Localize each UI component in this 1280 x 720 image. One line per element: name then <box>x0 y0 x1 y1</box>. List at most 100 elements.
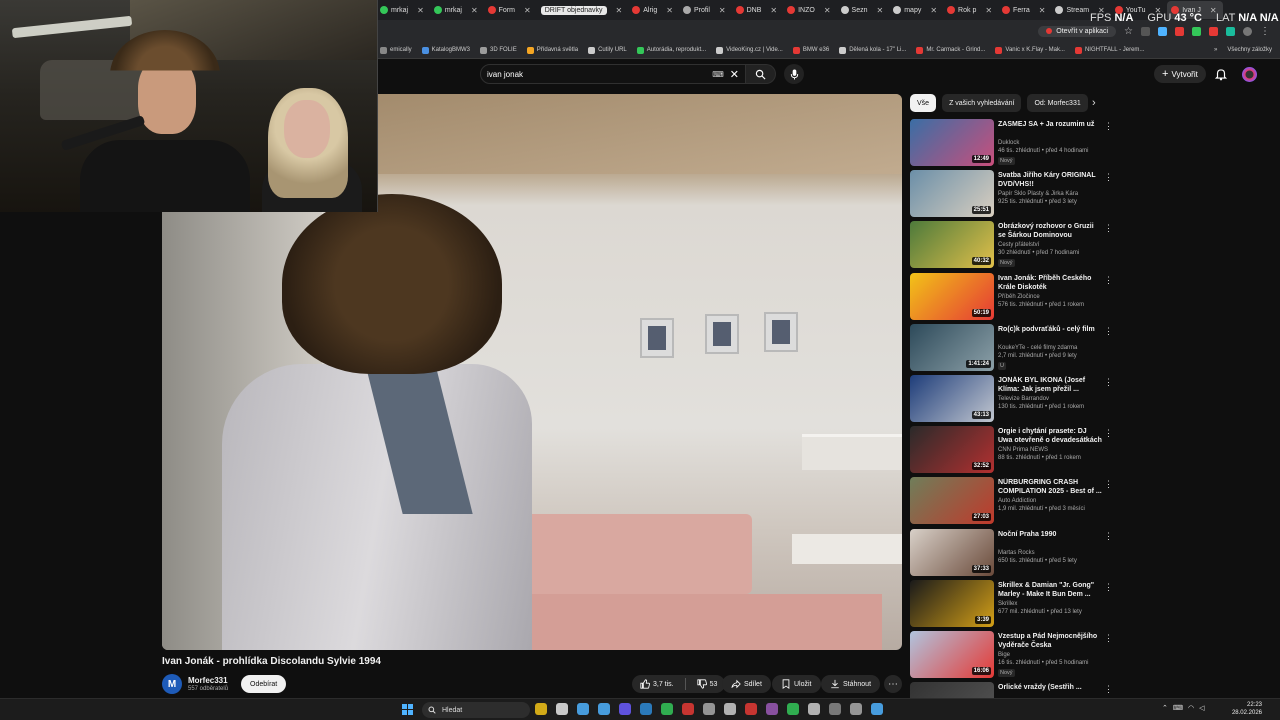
taskbar-app-icon[interactable] <box>640 703 652 715</box>
recommendation-item[interactable]: 40:32 Obrázkový rozhovor o Gruzii se Šárk… <box>910 221 1115 272</box>
video-thumbnail[interactable]: 1:41:24 <box>910 323 994 371</box>
tab-close-icon[interactable]: ✕ <box>824 6 831 15</box>
recommendation-channel[interactable]: Auto Addiction <box>998 498 1036 504</box>
taskbar-app-icon[interactable] <box>556 703 568 715</box>
taskbar-app-icon[interactable] <box>619 703 631 715</box>
account-avatar[interactable] <box>1242 67 1257 82</box>
recommendation-title[interactable]: Ivan Jonák: Příběh Českého Krále Diskoté… <box>998 274 1102 292</box>
search-input[interactable]: ivan jonak ⌨ ✕ <box>480 64 746 84</box>
recommendation-item[interactable]: 43:13 JONÁK BYL IKONA (Josef Klíma: Jak j… <box>910 374 1115 426</box>
clear-search-icon[interactable]: ✕ <box>730 68 739 81</box>
bookmark-item[interactable]: Mr. Carmack - Grind... <box>916 46 985 54</box>
recommendation-channel[interactable]: Bige <box>998 652 1010 658</box>
filter-chip[interactable]: Z vašich vyhledávání <box>942 94 1022 112</box>
taskbar-app-icon[interactable] <box>682 703 694 715</box>
video-thumbnail[interactable]: 27:03 <box>910 477 994 525</box>
channel-avatar[interactable]: M <box>162 674 182 694</box>
extension-icon[interactable] <box>1226 26 1235 36</box>
tab-close-icon[interactable]: ✕ <box>666 6 673 15</box>
wifi-icon[interactable]: ◠ <box>1188 704 1194 712</box>
save-button[interactable]: Uložit <box>772 675 821 693</box>
browser-tab[interactable]: DNB ✕ <box>732 1 783 19</box>
taskbar-app-icon[interactable] <box>745 703 757 715</box>
browser-tab[interactable]: Alrig ✕ <box>628 1 679 19</box>
bookmark-item[interactable]: VideoKing.cz | Vide... <box>716 46 783 54</box>
taskbar-app-icon[interactable] <box>829 703 841 715</box>
recommendation-item[interactable]: 16:06 Vzestup a Pád Nejmocnějšího Vyděrač… <box>910 630 1115 682</box>
bookmark-item[interactable]: BMW e36 <box>792 46 829 54</box>
extension-icon[interactable] <box>1141 26 1150 36</box>
video-thumbnail[interactable]: 43:13 <box>910 374 994 422</box>
recommendation-title[interactable]: Orgie i chytání prasete: DJ Uwa otevřeně… <box>998 427 1102 445</box>
browser-tab[interactable]: mrkaj ✕ <box>376 1 430 19</box>
notifications-bell-icon[interactable] <box>1214 67 1228 81</box>
recommendation-title[interactable]: Noční Praha 1990 <box>998 530 1102 539</box>
recommendation-item[interactable]: 25:51 Svatba Jiřího Káry ORIGINAL DVD/VHS… <box>910 170 1115 221</box>
bookmark-item[interactable]: Autorádia, reprodukt... <box>636 46 706 54</box>
recommendation-item[interactable]: 32:52 Orgie i chytání prasete: DJ Uwa ote… <box>910 426 1115 477</box>
bookmark-item[interactable]: NIGHTFALL - Jerem... <box>1074 46 1144 54</box>
more-vertical-icon[interactable]: ⋮ <box>1104 582 1113 593</box>
bookmark-item[interactable]: emically <box>380 46 412 54</box>
tab-close-icon[interactable]: ✕ <box>930 6 937 15</box>
bookmark-item[interactable]: Vanic x K.Flay - Mak... <box>995 46 1065 54</box>
browser-tab[interactable]: Sezn ✕ <box>837 1 890 19</box>
voice-search-button[interactable] <box>784 64 804 84</box>
recommendation-title[interactable]: Skrillex & Damian "Jr. Gong" Marley - Ma… <box>998 581 1102 599</box>
star-icon[interactable]: ☆ <box>1124 26 1133 37</box>
chevron-right-icon[interactable]: › <box>1092 97 1096 109</box>
video-thumbnail[interactable]: 12:49 <box>910 119 994 166</box>
video-thumbnail[interactable]: 40:32 <box>910 221 994 269</box>
bookmark-item[interactable]: Cutily URL <box>588 46 627 54</box>
channel-name[interactable]: Morfec331 <box>188 676 228 685</box>
all-bookmarks-button[interactable]: Všechny záložky <box>1227 47 1272 53</box>
taskbar-app-icon[interactable] <box>787 703 799 715</box>
taskbar-app-icon[interactable] <box>766 703 778 715</box>
video-thumbnail[interactable]: 25:51 <box>910 170 994 218</box>
browser-tab[interactable]: Form ✕ <box>484 1 537 19</box>
more-vertical-icon[interactable]: ⋮ <box>1104 223 1113 234</box>
tab-close-icon[interactable]: ✕ <box>616 6 623 15</box>
extension-icon[interactable] <box>1158 26 1167 36</box>
recommendation-item[interactable]: 37:33 Noční Praha 1990 Martas Rocks 650 tis… <box>910 528 1115 580</box>
browser-tab[interactable]: DRIFT objednavky ✕ <box>537 1 629 19</box>
create-button[interactable]: + Vytvořit <box>1154 65 1206 83</box>
recommendation-channel[interactable]: Příběh Zločince <box>998 294 1040 300</box>
recommendation-item[interactable]: 27:03 NÜRBURGRING CRASH COMPILATION 2025 … <box>910 477 1115 528</box>
taskbar-app-icon[interactable] <box>808 703 820 715</box>
windows-start-icon[interactable] <box>402 704 414 716</box>
taskbar-app-icon[interactable] <box>535 703 547 715</box>
more-actions-button[interactable]: ⋯ <box>884 675 902 693</box>
chevron-right-icon[interactable]: » <box>1214 47 1217 53</box>
language-icon[interactable]: ⌨ <box>1173 704 1183 712</box>
more-vertical-icon[interactable]: ⋮ <box>1104 428 1113 439</box>
bookmark-item[interactable]: Dělená kola - 17" Li... <box>839 46 906 54</box>
more-vertical-icon[interactable]: ⋮ <box>1104 531 1113 542</box>
dislike-button[interactable]: 53 <box>689 675 726 693</box>
taskbar-app-icon[interactable] <box>598 703 610 715</box>
browser-tab[interactable]: Profil ✕ <box>679 1 732 19</box>
recommendation-channel[interactable]: KoukeYTe - celé filmy zdarma <box>998 345 1077 351</box>
recommendation-channel[interactable]: Papír Sklo Plasty & Jirka Kára <box>998 191 1078 197</box>
browser-tab[interactable]: Rok p ✕ <box>943 1 998 19</box>
video-thumbnail[interactable]: 16:06 <box>910 630 994 678</box>
recommendation-channel[interactable]: Skrillex <box>998 601 1017 607</box>
share-button[interactable]: Sdílet <box>722 675 771 693</box>
recommendation-item[interactable]: 12:49 ZASMEJ SA + Ja rozumim už Duklock 46 … <box>910 119 1115 170</box>
tab-close-icon[interactable]: ✕ <box>719 6 726 15</box>
recommendation-channel[interactable]: Televize Barrandov <box>998 396 1049 402</box>
tab-close-icon[interactable]: ✕ <box>985 6 992 15</box>
video-thumbnail[interactable]: 3:39 <box>910 579 994 627</box>
taskbar-app-icon[interactable] <box>703 703 715 715</box>
tab-close-icon[interactable]: ✕ <box>770 6 777 15</box>
video-thumbnail[interactable]: 37:33 <box>910 528 994 576</box>
recommendation-item[interactable]: 1:41:24 Ro(c)k podvraťáků - celý film Kouk… <box>910 323 1115 375</box>
taskbar-app-icon[interactable] <box>577 703 589 715</box>
search-button[interactable] <box>746 64 776 84</box>
tab-close-icon[interactable]: ✕ <box>471 6 478 15</box>
recommendation-channel[interactable]: Martas Rocks <box>998 550 1035 556</box>
more-vertical-icon[interactable]: ⋮ <box>1104 172 1113 183</box>
browser-tab[interactable]: Ferra ✕ <box>998 1 1051 19</box>
recommendation-title[interactable]: Obrázkový rozhovor o Gruzii se Šárkou Do… <box>998 222 1102 240</box>
more-vertical-icon[interactable]: ⋮ <box>1104 275 1113 286</box>
